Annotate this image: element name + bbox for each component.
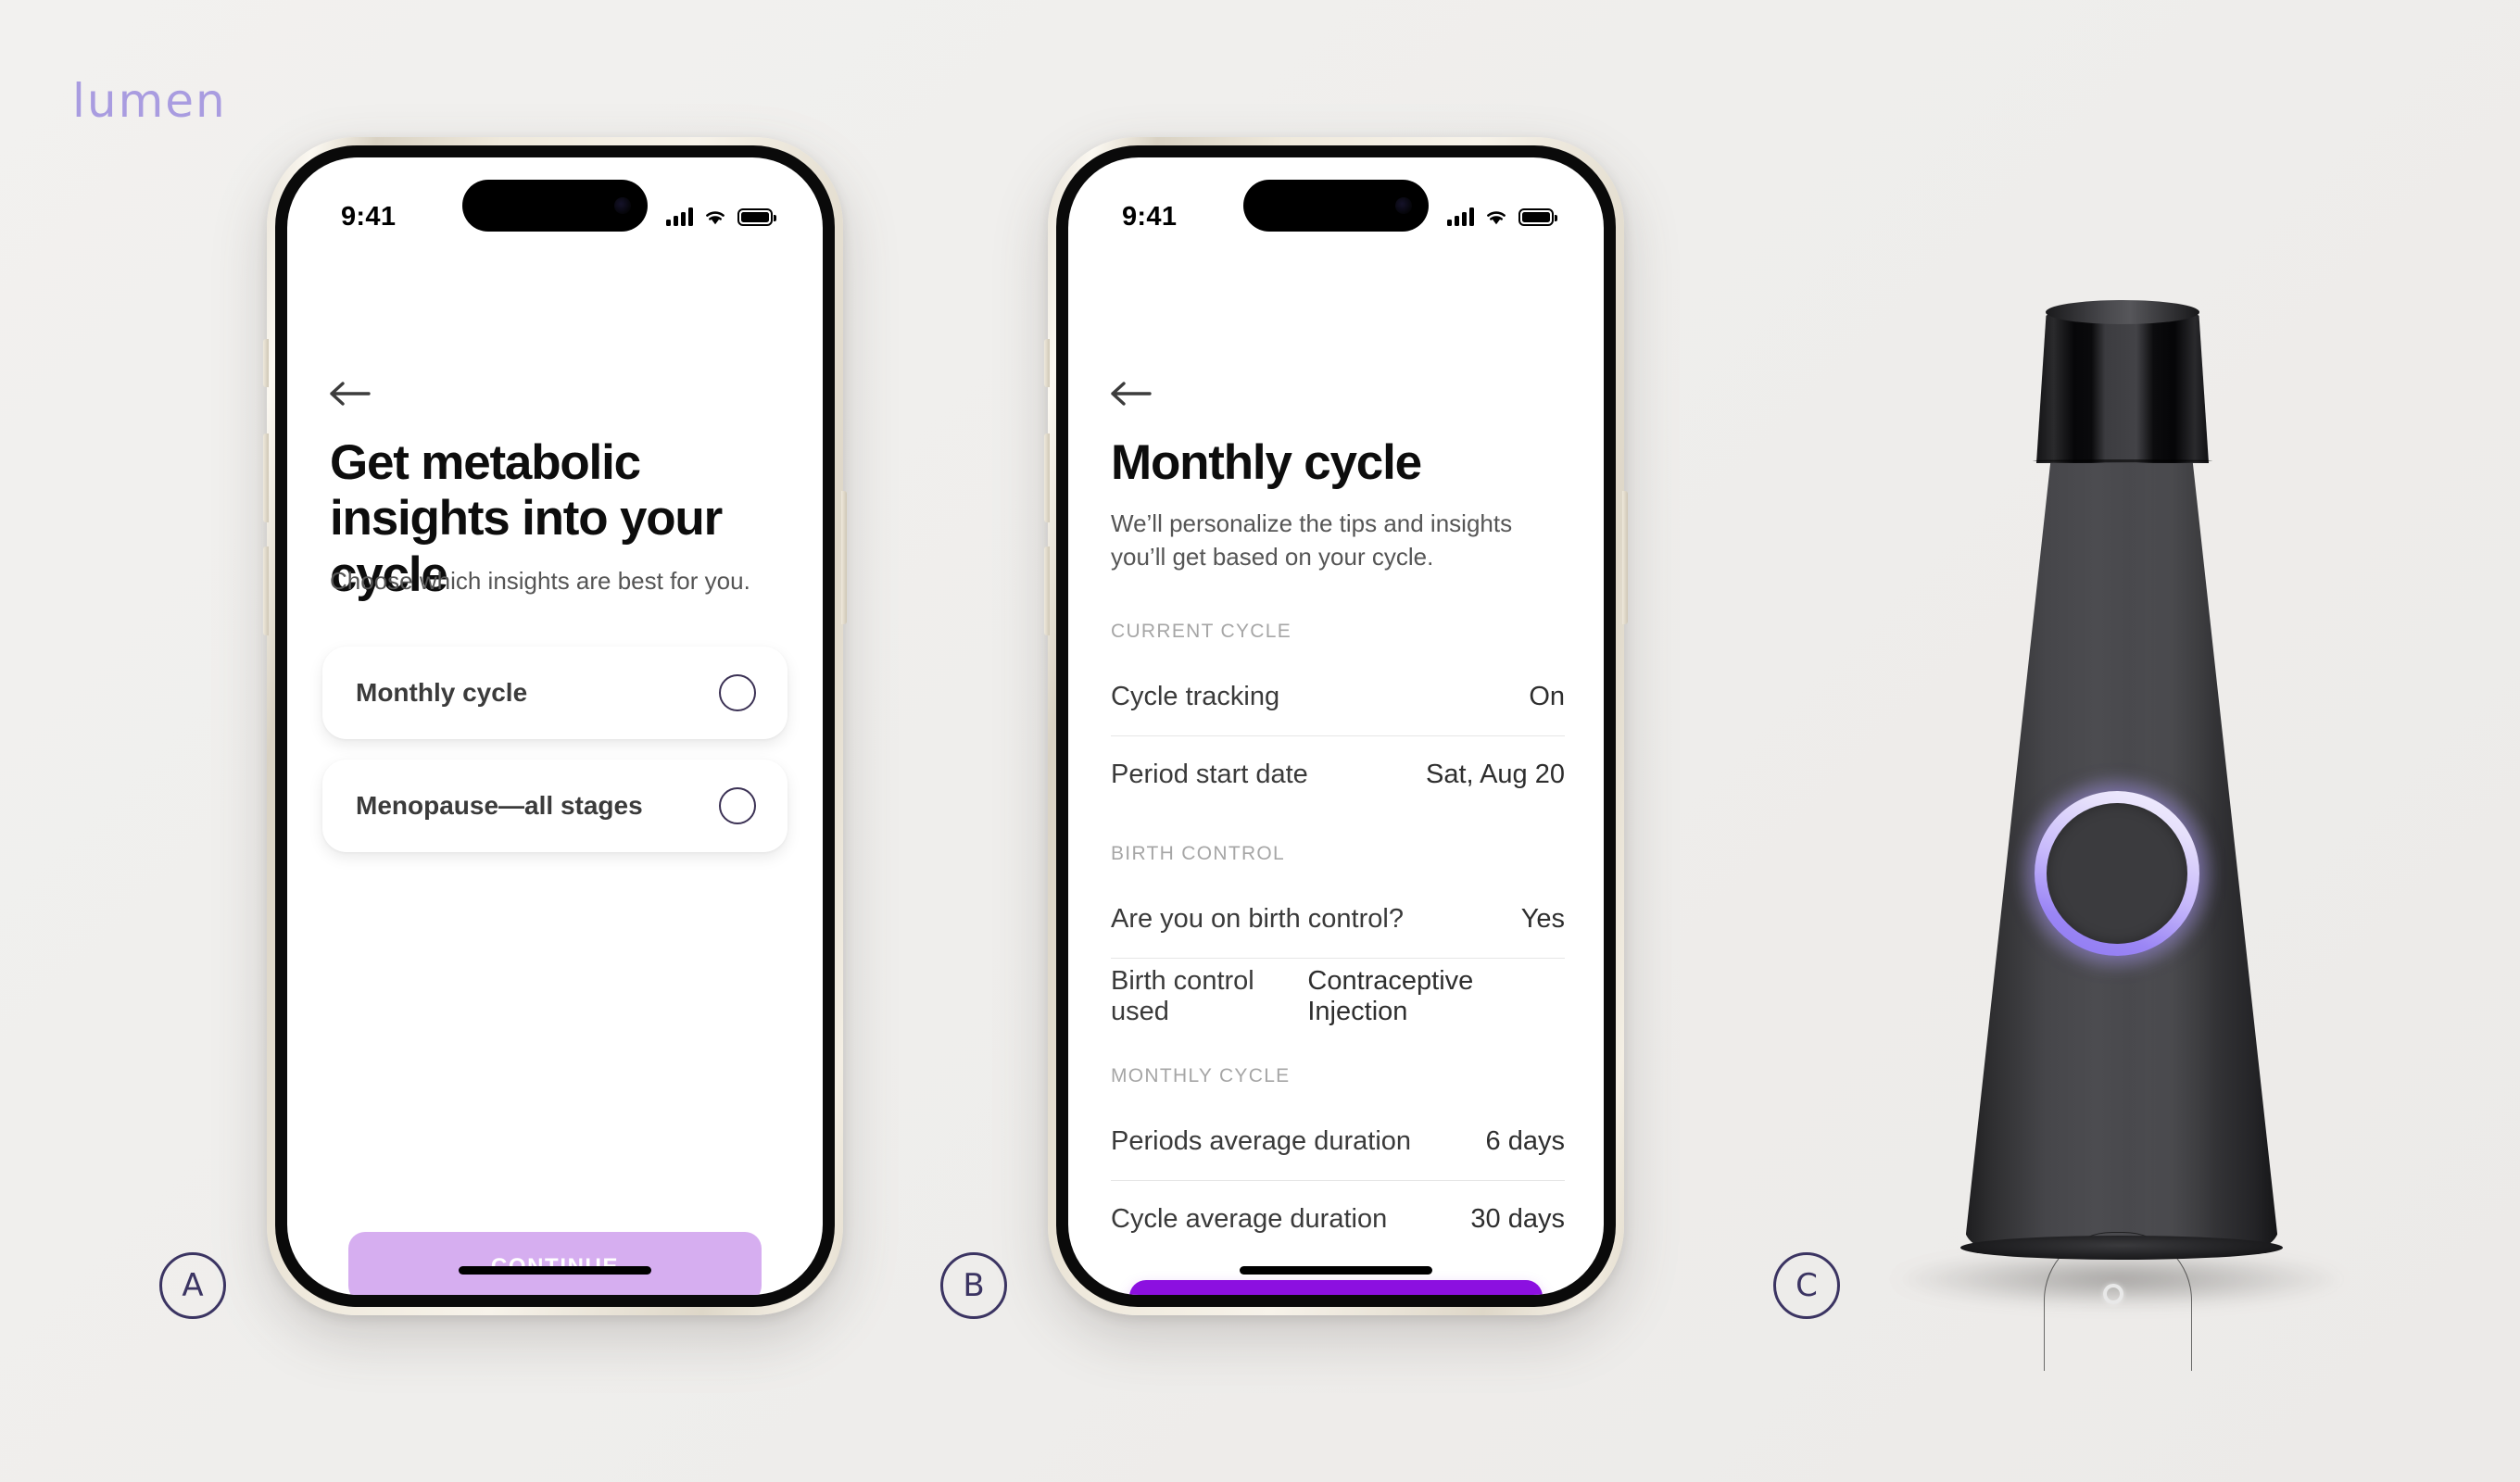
silent-switch[interactable] <box>263 339 269 387</box>
row-value: 30 days <box>1470 1203 1565 1234</box>
row-label: Cycle tracking <box>1111 681 1280 711</box>
row-cycle-tracking[interactable]: Cycle tracking On <box>1111 658 1565 735</box>
option-card-menopause[interactable]: Menopause—all stages <box>322 760 788 852</box>
row-value: Yes <box>1520 903 1565 934</box>
page-subtitle-a: Choose which insights are best for you. <box>330 567 750 595</box>
screen-content-a: Get metabolic insights into your cycle C… <box>287 157 823 1295</box>
row-cycle-average-duration[interactable]: Cycle average duration 30 days <box>1111 1180 1565 1258</box>
option-card-monthly-cycle[interactable]: Monthly cycle <box>322 647 788 739</box>
page-title-b: Monthly cycle <box>1111 435 1422 490</box>
home-indicator-a[interactable] <box>459 1266 651 1275</box>
radio-button-icon[interactable] <box>719 674 756 711</box>
power-button[interactable] <box>841 491 847 624</box>
row-label: Period start date <box>1111 759 1308 789</box>
lumen-logo: lumen <box>72 74 227 128</box>
device-base-ellipse <box>1960 1236 2283 1260</box>
row-birth-control-used[interactable]: Birth control used Contraceptive Injecti… <box>1111 958 1565 1036</box>
row-label: Are you on birth control? <box>1111 903 1404 934</box>
save-button[interactable]: SAVE <box>1129 1280 1543 1295</box>
phone-screen-b: 9:41 Monthly cycle We’ll personalize the… <box>1068 157 1604 1295</box>
row-on-birth-control[interactable]: Are you on birth control? Yes <box>1111 880 1565 958</box>
phone-mockup-a: 9:41 Get metabolic insights into your cy… <box>263 137 847 1315</box>
phone-mockup-b: 9:41 Monthly cycle We’ll personalize the… <box>1044 137 1628 1315</box>
row-label: Birth control used <box>1111 966 1254 1026</box>
screen-content-b: Monthly cycle We’ll personalize the tips… <box>1068 157 1604 1295</box>
volume-up-button[interactable] <box>1044 433 1050 522</box>
power-button[interactable] <box>1622 491 1628 624</box>
row-periods-average-duration[interactable]: Periods average duration 6 days <box>1111 1102 1565 1180</box>
device-power-indicator-icon <box>2103 1284 2123 1304</box>
device-status-ring-icon <box>2035 791 2199 956</box>
silent-switch[interactable] <box>1044 339 1050 387</box>
callout-badge-a: A <box>159 1252 226 1319</box>
option-label: Monthly cycle <box>356 678 528 707</box>
row-value: On <box>1529 681 1565 711</box>
section-heading-monthly-cycle: MONTHLY CYCLE <box>1111 1065 1291 1086</box>
phone-screen-a: 9:41 Get metabolic insights into your cy… <box>287 157 823 1295</box>
section-heading-birth-control: BIRTH CONTROL <box>1111 843 1286 864</box>
callout-badge-c: C <box>1773 1252 1840 1319</box>
callout-badge-b: B <box>940 1252 1007 1319</box>
page-subtitle-b: We’ll personalize the tips and insights … <box>1111 509 1513 571</box>
screenshot-canvas: lumen 9:41 Get metabolic insights into y… <box>0 0 2520 1482</box>
continue-button[interactable]: CONTINUE <box>348 1232 762 1295</box>
row-value: Contraceptive Injection <box>1307 966 1474 1026</box>
row-label: Periods average duration <box>1111 1125 1412 1156</box>
row-label: Cycle average duration <box>1111 1203 1388 1234</box>
device-cap-seam <box>2033 459 2212 462</box>
volume-up-button[interactable] <box>263 433 269 522</box>
option-label: Menopause—all stages <box>356 791 643 820</box>
row-value: Sat, Aug 20 <box>1426 759 1565 789</box>
volume-down-button[interactable] <box>263 546 269 635</box>
device-mouthpiece-cap <box>2036 306 2209 463</box>
section-heading-current-cycle: CURRENT CYCLE <box>1111 621 1292 642</box>
device-mouthpiece-rim <box>2046 300 2199 324</box>
home-indicator-b[interactable] <box>1240 1266 1432 1275</box>
phone-bezel-a: 9:41 Get metabolic insights into your cy… <box>275 145 835 1307</box>
row-period-start-date[interactable]: Period start date Sat, Aug 20 <box>1111 735 1565 813</box>
phone-bezel-b: 9:41 Monthly cycle We’ll personalize the… <box>1056 145 1616 1307</box>
volume-down-button[interactable] <box>1044 546 1050 635</box>
row-value: 6 days <box>1485 1125 1565 1156</box>
radio-button-icon[interactable] <box>719 787 756 824</box>
lumen-device-photo <box>1871 300 2353 1371</box>
